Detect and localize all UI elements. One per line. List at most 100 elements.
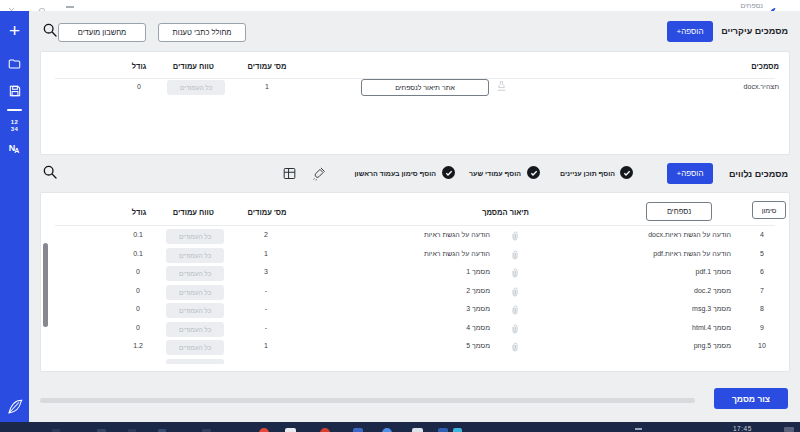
- row-page-range-button[interactable]: כל העמודים: [166, 303, 224, 318]
- folder-icon[interactable]: [0, 57, 29, 75]
- checkbox-toc[interactable]: [620, 166, 633, 179]
- row-page-range-button[interactable]: כל העמודים: [166, 266, 224, 281]
- row-size: 0: [124, 268, 152, 275]
- row-marking-number: 8: [748, 305, 776, 312]
- row-marking-number: 6: [748, 268, 776, 275]
- taskbar[interactable]: 17:45: [0, 422, 800, 432]
- row-marking-number: 9: [748, 324, 776, 331]
- row-page-range-button[interactable]: כל העמודים: [166, 340, 224, 355]
- titlebar: נספחים: [0, 0, 800, 11]
- paperclip-icon[interactable]: [508, 266, 521, 279]
- table-row[interactable]: 4 הודעה על הגשת ראיות.docx הודעה על הגשת…: [40, 228, 790, 247]
- row-file-name: מסמך 4.html: [692, 324, 731, 331]
- taskbar-clock: 17:45: [733, 425, 752, 432]
- row-file-name: מסמך 3.msg: [692, 305, 731, 312]
- paperclip-icon[interactable]: [508, 229, 521, 242]
- taskbar-icon[interactable]: [784, 427, 794, 432]
- paperclip-icon[interactable]: [508, 322, 521, 335]
- row-file-name: הודעה על הגשת ראיות.pdf: [653, 250, 731, 257]
- row-pages: 1: [252, 250, 280, 257]
- minimize-icon[interactable]: [66, 6, 74, 8]
- add-icon[interactable]: +: [0, 21, 29, 40]
- row-size: 0: [124, 324, 152, 331]
- col-header-size2: גודל: [125, 208, 153, 217]
- taskbar-icon[interactable]: [382, 428, 392, 432]
- row-page-range-button[interactable]: כל העמודים: [166, 322, 224, 337]
- row-page-range-button[interactable]: כל העמודים: [166, 248, 224, 263]
- row-description: מסמך 5: [466, 342, 490, 349]
- page-numbers-icon[interactable]: 1234: [0, 119, 29, 133]
- row-marking-number: 5: [748, 250, 776, 257]
- save-icon[interactable]: [0, 84, 29, 102]
- brush-icon[interactable]: [311, 166, 327, 185]
- search-icon-companion[interactable]: [42, 164, 58, 184]
- row-size: 0: [124, 305, 152, 312]
- col-header-range: טווח עמודים: [174, 62, 214, 71]
- add-companion-document-button[interactable]: הוספה+: [667, 163, 713, 184]
- table-row[interactable]: 5 הודעה על הגשת ראיות.pdf הודעה על הגשת …: [40, 247, 790, 266]
- header-divider2: [55, 225, 775, 226]
- row-pages: 2: [252, 231, 280, 238]
- row-file-name: הודעה על הגשת ראיות.docx: [648, 231, 731, 238]
- row-pages: 1: [252, 342, 280, 349]
- table-row[interactable]: 9 מסמך 4.html מסמך 4 - כל העמודים 0: [40, 321, 790, 340]
- pleadings-generator-button[interactable]: מחולל כתבי טענות: [158, 23, 246, 42]
- row-description: מסמך 4: [466, 324, 490, 331]
- table-row[interactable]: 10 מסמך 5.png מסמך 5 1 כל העמודים 1.2: [40, 339, 790, 358]
- checkbox-toc-label: הוסף תוכן עניינים: [560, 170, 615, 177]
- locate-description-button[interactable]: אתר תיאור לנספחים: [361, 79, 489, 96]
- row-size: 1.2: [124, 342, 152, 349]
- primary-page-range-button[interactable]: כל העמודים: [167, 80, 225, 95]
- row-page-range-button[interactable]: כל העמודים: [166, 285, 224, 300]
- horizontal-scrollbar[interactable]: [40, 398, 695, 403]
- add-primary-document-button[interactable]: הוספה+: [667, 21, 713, 42]
- sidebar: + 1234 NA: [0, 11, 29, 422]
- quill-logo-icon: [0, 398, 29, 420]
- stamp-icon[interactable]: [495, 79, 508, 97]
- vertical-scrollbar[interactable]: [43, 243, 48, 327]
- table-row[interactable]: 6 מסמך 1.pdf מסמך 1 3 כל העמודים 0: [40, 265, 790, 284]
- table-row[interactable]: 8 מסמך 3.msg מסמך 3 - כל העמודים 0: [40, 302, 790, 321]
- row-file-name: מסמך 5.png: [694, 342, 731, 349]
- taskbar-icon[interactable]: [438, 428, 448, 432]
- col-header-size: גודל: [125, 62, 153, 71]
- taskbar-icon[interactable]: [353, 428, 363, 432]
- row-description: מסמך 3: [466, 305, 490, 312]
- page-title: נספחים: [740, 2, 763, 9]
- app-window: נספחים + 1234 NA מחשבון מועדים מחולל כתב…: [0, 0, 800, 432]
- row-pages: -: [252, 287, 280, 294]
- row-description: מסמך 2: [466, 287, 490, 294]
- checkbox-first-page-mark[interactable]: [442, 166, 455, 179]
- table-grid-icon[interactable]: [282, 166, 297, 185]
- primary-doc-size: 0: [125, 83, 153, 90]
- paperclip-icon[interactable]: [508, 340, 521, 353]
- deadline-calculator-button[interactable]: מחשבון מועדים: [58, 23, 146, 42]
- col-header-pages: מס' עמודים: [247, 62, 287, 71]
- font-letters-icon[interactable]: NA: [0, 144, 29, 153]
- paperclip-icon[interactable]: [508, 248, 521, 261]
- partial-row-chip: [166, 359, 224, 364]
- paperclip-icon[interactable]: [508, 303, 521, 316]
- primary-documents-card: מסמכים מס' עמודים טווח עמודים גודל תצהיר…: [40, 51, 790, 155]
- table-row[interactable]: 7 מסמך 2.doc מסמך 2 - כל העמודים 0: [40, 284, 790, 303]
- attachments-column-button[interactable]: נספחים: [646, 202, 712, 221]
- row-size: 0.1: [124, 231, 152, 238]
- marking-column-button[interactable]: סימון: [752, 201, 786, 219]
- taskbar-icon[interactable]: [412, 428, 423, 432]
- row-marking-number: 4: [748, 231, 776, 238]
- paperclip-icon[interactable]: [508, 285, 521, 298]
- create-document-button[interactable]: צור מסמך: [714, 388, 788, 409]
- col-header-range2: טווח עמודים: [174, 208, 214, 217]
- taskbar-icon[interactable]: [635, 428, 642, 430]
- taskbar-icon[interactable]: [320, 428, 330, 432]
- checkbox-cover-pages[interactable]: [527, 166, 540, 179]
- row-page-range-button[interactable]: כל העמודים: [166, 229, 224, 244]
- col-header-pages2: מס' עמודים: [247, 208, 287, 217]
- search-icon-primary[interactable]: [42, 22, 58, 42]
- taskbar-icon[interactable]: [285, 428, 296, 432]
- taskbar-icon[interactable]: [259, 428, 269, 432]
- taskbar-icon[interactable]: [453, 428, 462, 432]
- row-file-name: מסמך 2.doc: [694, 287, 731, 294]
- primary-doc-pages: 1: [253, 83, 281, 90]
- companion-documents-title: מסמכים נלווים: [729, 169, 788, 179]
